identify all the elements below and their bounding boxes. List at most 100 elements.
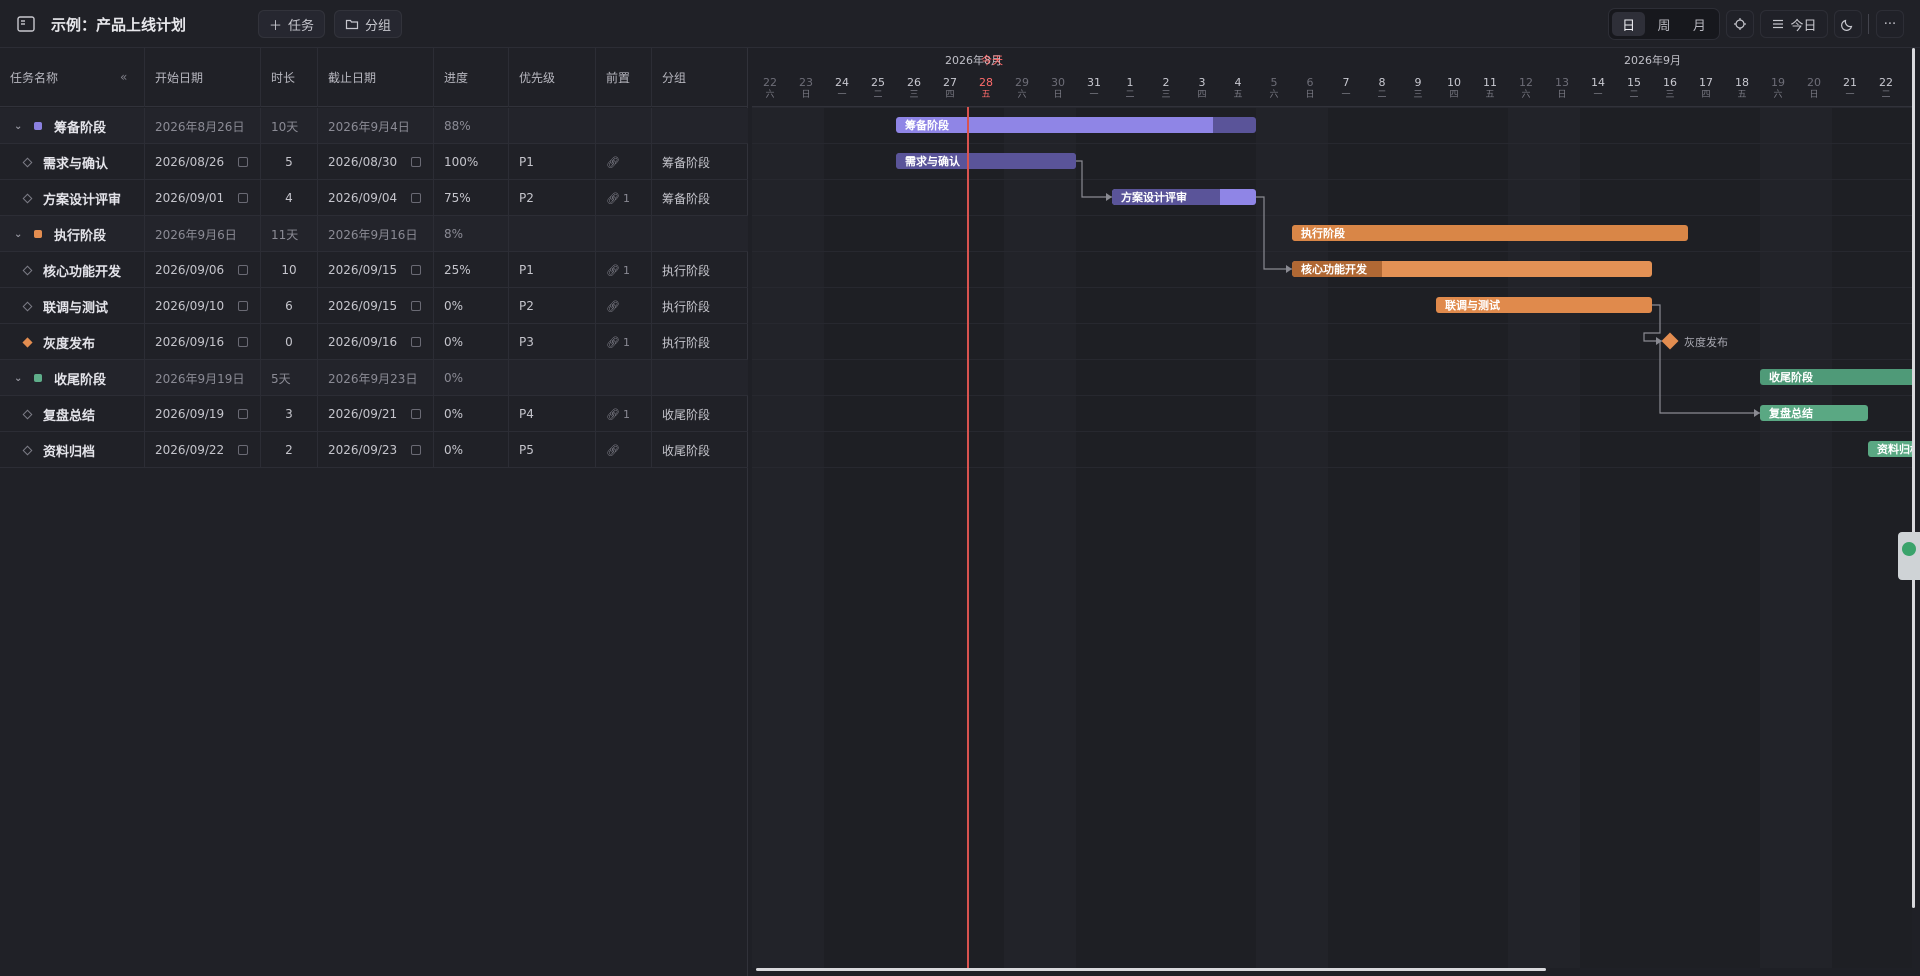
calendar-icon[interactable] [411, 445, 421, 455]
table-row[interactable]: 灰度发布 2026/09/16 0 2026/09/16 0% P3 🔗︎ 1 执行阶段 [0, 324, 748, 360]
task-name-cell[interactable]: 复盘总结 [0, 396, 145, 432]
start-date-cell[interactable]: 2026年9月19日 [145, 360, 261, 396]
group-cell[interactable]: 收尾阶段 [652, 432, 748, 468]
group-cell[interactable]: 筹备阶段 [652, 180, 748, 216]
calendar-icon[interactable] [238, 337, 248, 347]
end-date-cell[interactable]: 2026/09/15 [318, 288, 434, 324]
priority-cell[interactable]: P5 [509, 432, 596, 468]
start-date-cell[interactable]: 2026/08/26 [145, 144, 261, 180]
priority-cell[interactable]: P1 [509, 252, 596, 288]
col-task-name[interactable]: 任务名称 « [0, 48, 145, 107]
end-date-cell[interactable]: 2026/09/04 [318, 180, 434, 216]
floating-assistant-widget[interactable] [1898, 532, 1920, 580]
group-cell[interactable]: 执行阶段 [652, 288, 748, 324]
group-cell[interactable]: 执行阶段 [652, 324, 748, 360]
calendar-icon[interactable] [238, 409, 248, 419]
task-name-cell[interactable]: 灰度发布 [0, 324, 145, 360]
table-row[interactable]: 资料归档 2026/09/22 2 2026/09/23 0% P5 🔗︎ 收尾阶段 [0, 432, 748, 468]
col-progress[interactable]: 进度 [434, 48, 509, 107]
progress-cell[interactable]: 100% [434, 144, 509, 180]
table-row[interactable]: 核心功能开发 2026/09/06 10 2026/09/15 25% P1 🔗︎ 1 执行阶段 [0, 252, 748, 288]
col-duration[interactable]: 时长 [261, 48, 318, 107]
duration-cell[interactable]: 5 [261, 144, 318, 180]
calendar-icon[interactable] [411, 409, 421, 419]
table-row[interactable]: 联调与测试 2026/09/10 6 2026/09/15 0% P2 🔗︎ 执行阶段 [0, 288, 748, 324]
add-group-button[interactable]: 分组 [334, 10, 403, 38]
group-cell[interactable]: 筹备阶段 [652, 144, 748, 180]
start-date-cell[interactable]: 2026/09/16 [145, 324, 261, 360]
col-end-date[interactable]: 截止日期 [318, 48, 434, 107]
predecessor-cell[interactable]: 🔗︎ 1 [596, 252, 652, 288]
calendar-icon[interactable] [238, 301, 248, 311]
chevron-down-icon[interactable]: ⌄ [14, 121, 28, 132]
view-day-tab[interactable]: 日 [1612, 12, 1646, 36]
col-priority[interactable]: 优先级 [509, 48, 596, 107]
end-date-cell[interactable]: 2026/09/23 [318, 432, 434, 468]
end-date-cell[interactable]: 2026年9月16日 [318, 216, 434, 252]
start-date-cell[interactable]: 2026/09/19 [145, 396, 261, 432]
calendar-icon[interactable] [238, 157, 248, 167]
calendar-icon[interactable] [411, 265, 421, 275]
group-row[interactable]: ⌄ 收尾阶段 2026年9月19日 5天 2026年9月23日 0% [0, 360, 748, 396]
table-row[interactable]: 方案设计评审 2026/09/01 4 2026/09/04 75% P2 🔗︎ 1 筹备阶段 [0, 180, 748, 216]
priority-cell[interactable]: P3 [509, 324, 596, 360]
task-name-cell[interactable]: 联调与测试 [0, 288, 145, 324]
duration-cell[interactable]: 4 [261, 180, 318, 216]
sidebar-toggle-icon[interactable] [16, 14, 36, 34]
group-cell[interactable] [652, 360, 748, 396]
calendar-icon[interactable] [411, 301, 421, 311]
predecessor-cell[interactable]: 🔗︎ [596, 288, 652, 324]
horizontal-scrollbar[interactable] [756, 968, 1546, 971]
calendar-icon[interactable] [238, 193, 248, 203]
group-cell[interactable] [652, 108, 748, 144]
calendar-icon[interactable] [238, 265, 248, 275]
duration-cell[interactable]: 10 [261, 252, 318, 288]
col-predecessor[interactable]: 前置 [596, 48, 652, 107]
progress-cell[interactable]: 8% [434, 216, 509, 252]
predecessor-cell[interactable]: 🔗︎ [596, 432, 652, 468]
start-date-cell[interactable]: 2026年9月6日 [145, 216, 261, 252]
locate-button[interactable] [1726, 10, 1754, 38]
task-name-cell[interactable]: 核心功能开发 [0, 252, 145, 288]
duration-cell[interactable]: 10天 [261, 108, 318, 144]
progress-cell[interactable]: 88% [434, 108, 509, 144]
today-button[interactable]: 今日 [1760, 10, 1828, 38]
start-date-cell[interactable]: 2026/09/22 [145, 432, 261, 468]
duration-cell[interactable]: 2 [261, 432, 318, 468]
end-date-cell[interactable]: 2026/09/21 [318, 396, 434, 432]
end-date-cell[interactable]: 2026/09/16 [318, 324, 434, 360]
table-row[interactable]: 需求与确认 2026/08/26 5 2026/08/30 100% P1 🔗︎ 筹备阶段 [0, 144, 748, 180]
more-button[interactable]: ··· [1876, 10, 1904, 38]
group-cell[interactable]: 执行阶段 [652, 252, 748, 288]
calendar-icon[interactable] [411, 157, 421, 167]
predecessor-cell[interactable]: 🔗︎ 1 [596, 324, 652, 360]
predecessor-cell[interactable] [596, 360, 652, 396]
calendar-icon[interactable] [411, 193, 421, 203]
col-group[interactable]: 分组 [652, 48, 748, 107]
end-date-cell[interactable]: 2026年9月23日 [318, 360, 434, 396]
progress-cell[interactable]: 0% [434, 360, 509, 396]
progress-cell[interactable]: 0% [434, 396, 509, 432]
view-week-tab[interactable]: 周 [1647, 12, 1680, 36]
predecessor-cell[interactable]: 🔗︎ [596, 144, 652, 180]
priority-cell[interactable]: P4 [509, 396, 596, 432]
collapse-panel-icon[interactable]: « [120, 70, 127, 84]
duration-cell[interactable]: 5天 [261, 360, 318, 396]
end-date-cell[interactable]: 2026/09/15 [318, 252, 434, 288]
progress-cell[interactable]: 0% [434, 324, 509, 360]
group-cell[interactable] [652, 216, 748, 252]
priority-cell[interactable]: P2 [509, 180, 596, 216]
table-row[interactable]: 复盘总结 2026/09/19 3 2026/09/21 0% P4 🔗︎ 1 收尾阶段 [0, 396, 748, 432]
vertical-scrollbar[interactable] [1912, 48, 1915, 908]
priority-cell[interactable] [509, 360, 596, 396]
predecessor-cell[interactable] [596, 108, 652, 144]
start-date-cell[interactable]: 2026/09/06 [145, 252, 261, 288]
progress-cell[interactable]: 25% [434, 252, 509, 288]
chevron-down-icon[interactable]: ⌄ [14, 373, 28, 384]
duration-cell[interactable]: 3 [261, 396, 318, 432]
progress-cell[interactable]: 75% [434, 180, 509, 216]
start-date-cell[interactable]: 2026年8月26日 [145, 108, 261, 144]
task-name-cell[interactable]: 资料归档 [0, 432, 145, 468]
group-row[interactable]: ⌄ 筹备阶段 2026年8月26日 10天 2026年9月4日 88% [0, 108, 748, 144]
duration-cell[interactable]: 11天 [261, 216, 318, 252]
